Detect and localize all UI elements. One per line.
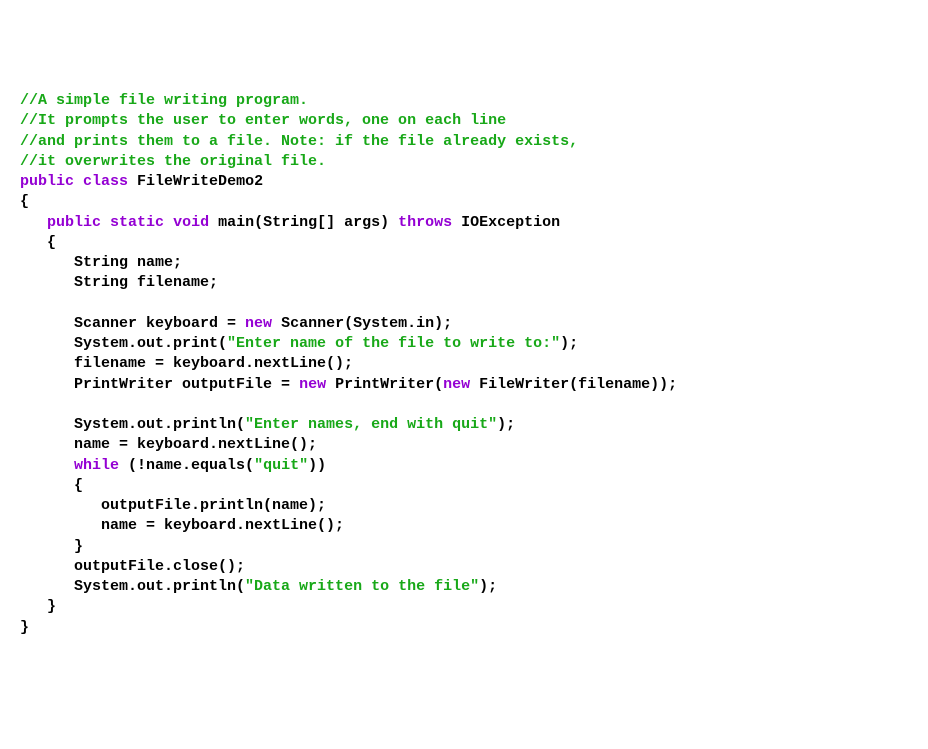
indent <box>20 457 74 474</box>
code-text <box>74 173 83 190</box>
keyword-public: public <box>20 173 74 190</box>
indent <box>20 538 74 555</box>
code-text: (!name.equals( <box>119 457 254 474</box>
indent <box>20 376 74 393</box>
code-text <box>164 214 173 231</box>
indent <box>20 558 74 575</box>
code-text: FileWriter(filename)); <box>470 376 677 393</box>
brace: } <box>20 619 29 636</box>
method-call: outputFile.println(name); <box>101 497 326 514</box>
code-text: PrintWriter( <box>326 376 443 393</box>
code-text: )) <box>308 457 326 474</box>
method-call: outputFile.close(); <box>74 558 245 575</box>
brace: } <box>74 538 83 555</box>
code-text <box>101 214 110 231</box>
code-text: System.out.println( <box>74 416 245 433</box>
code-editor-content: //A simple file writing program. //It pr… <box>20 91 908 638</box>
string-literal: "quit" <box>254 457 308 474</box>
keyword-new: new <box>443 376 470 393</box>
keyword-class: class <box>83 173 128 190</box>
keyword-new: new <box>299 376 326 393</box>
code-text: ); <box>479 578 497 595</box>
code-text: System.out.print( <box>74 335 227 352</box>
indent <box>20 497 101 514</box>
var-declaration: String filename; <box>74 274 218 291</box>
indent <box>20 436 74 453</box>
keyword-public: public <box>47 214 101 231</box>
string-literal: "Enter names, end with quit" <box>245 416 497 433</box>
indent <box>20 254 74 271</box>
comment-line: //and prints them to a file. Note: if th… <box>20 133 578 150</box>
code-text: ); <box>560 335 578 352</box>
method-signature: main(String[] args) <box>209 214 398 231</box>
keyword-throws: throws <box>398 214 452 231</box>
brace: { <box>20 193 29 210</box>
indent <box>20 234 47 251</box>
code-text: PrintWriter outputFile = <box>74 376 299 393</box>
comment-line: //A simple file writing program. <box>20 92 308 109</box>
assignment: filename = keyboard.nextLine(); <box>74 355 353 372</box>
comment-line: //it overwrites the original file. <box>20 153 326 170</box>
indent <box>20 315 74 332</box>
class-name: FileWriteDemo2 <box>128 173 263 190</box>
string-literal: "Enter name of the file to write to:" <box>227 335 560 352</box>
keyword-static: static <box>110 214 164 231</box>
indent <box>20 598 47 615</box>
code-text: Scanner(System.in); <box>272 315 452 332</box>
brace: { <box>47 234 56 251</box>
keyword-void: void <box>173 214 209 231</box>
code-text: ); <box>497 416 515 433</box>
indent <box>20 274 74 291</box>
exception-type: IOException <box>452 214 560 231</box>
indent <box>20 214 47 231</box>
code-text: Scanner keyboard = <box>74 315 245 332</box>
indent <box>20 517 101 534</box>
comment-line: //It prompts the user to enter words, on… <box>20 112 506 129</box>
indent <box>20 335 74 352</box>
var-declaration: String name; <box>74 254 182 271</box>
brace: } <box>47 598 56 615</box>
assignment: name = keyboard.nextLine(); <box>74 436 317 453</box>
assignment: name = keyboard.nextLine(); <box>101 517 344 534</box>
keyword-while: while <box>74 457 119 474</box>
keyword-new: new <box>245 315 272 332</box>
string-literal: "Data written to the file" <box>245 578 479 595</box>
code-text: System.out.println( <box>74 578 245 595</box>
indent <box>20 416 74 433</box>
indent <box>20 355 74 372</box>
indent <box>20 578 74 595</box>
brace: { <box>74 477 83 494</box>
indent <box>20 477 74 494</box>
